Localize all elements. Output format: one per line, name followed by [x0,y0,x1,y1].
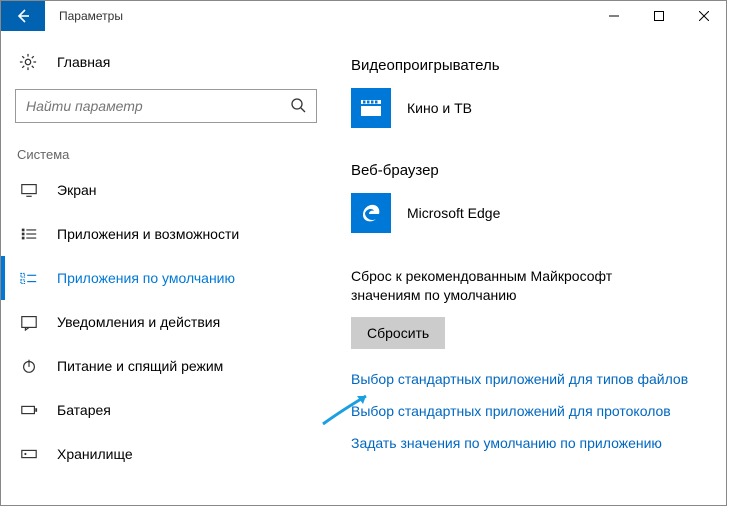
default-apps-icon [19,269,39,287]
nav-label: Хранилище [57,446,133,462]
nav-label: Приложения по умолчанию [57,270,235,286]
content-area: Главная Система Экран [1,31,726,505]
minimize-icon [609,11,619,21]
search-box[interactable] [15,89,317,123]
link-file-types[interactable]: Выбор стандартных приложений для типов ф… [351,371,712,387]
nav-item-power-sleep[interactable]: Питание и спящий режим [15,344,323,388]
gear-icon [19,53,39,71]
home-label: Главная [57,54,110,70]
titlebar: Параметры [1,1,726,31]
maximize-icon [654,11,664,21]
back-button[interactable] [1,1,45,31]
movies-tv-tile [351,88,391,128]
search-input[interactable] [26,98,290,114]
power-icon [19,357,39,375]
reset-description: Сброс к рекомендованным Майкрософт значе… [351,267,671,305]
sidebar: Главная Система Экран [1,31,333,505]
nav-label: Приложения и возможности [57,226,239,242]
apps-icon [19,225,39,243]
section-video-player-title: Видеопроигрыватель [351,57,712,74]
section-web-browser-title: Веб-браузер [351,162,712,179]
nav-item-default-apps[interactable]: Приложения по умолчанию [15,256,323,300]
link-protocols[interactable]: Выбор стандартных приложений для протоко… [351,403,712,419]
edge-tile [351,193,391,233]
settings-window: Параметры [0,0,727,506]
default-web-browser[interactable]: Microsoft Edge [351,193,712,233]
window-title: Параметры [45,1,591,31]
default-video-player[interactable]: Кино и ТВ [351,88,712,128]
arrow-left-icon [15,8,31,24]
main-panel: Видеопроигрыватель Кино и ТВ Веб-браузер [333,31,726,505]
nav-item-battery[interactable]: Батарея [15,388,323,432]
nav-label: Уведомления и действия [57,314,220,330]
storage-icon [19,445,39,463]
close-button[interactable] [681,1,726,31]
reset-button[interactable]: Сбросить [351,317,445,349]
monitor-icon [19,181,39,199]
minimize-button[interactable] [591,1,636,31]
nav-item-display[interactable]: Экран [15,168,323,212]
search-icon [290,97,306,116]
home-item[interactable]: Главная [15,53,323,71]
reset-section: Сброс к рекомендованным Майкрософт значе… [351,267,712,349]
nav-label: Батарея [57,402,111,418]
nav-list: Экран Приложения и возможности [15,168,323,476]
nav-label: Экран [57,182,97,198]
app-name: Кино и ТВ [407,100,472,116]
nav-item-notifications[interactable]: Уведомления и действия [15,300,323,344]
window-controls [591,1,726,31]
film-icon [359,96,383,120]
nav-item-apps-features[interactable]: Приложения и возможности [15,212,323,256]
nav-item-storage[interactable]: Хранилище [15,432,323,476]
close-icon [699,11,709,21]
notifications-icon [19,313,39,331]
maximize-button[interactable] [636,1,681,31]
edge-icon [359,201,383,225]
link-by-app[interactable]: Задать значения по умолчанию по приложен… [351,435,712,451]
nav-label: Питание и спящий режим [57,358,223,374]
battery-icon [19,401,39,419]
group-label: Система [15,147,323,162]
app-name: Microsoft Edge [407,205,500,221]
